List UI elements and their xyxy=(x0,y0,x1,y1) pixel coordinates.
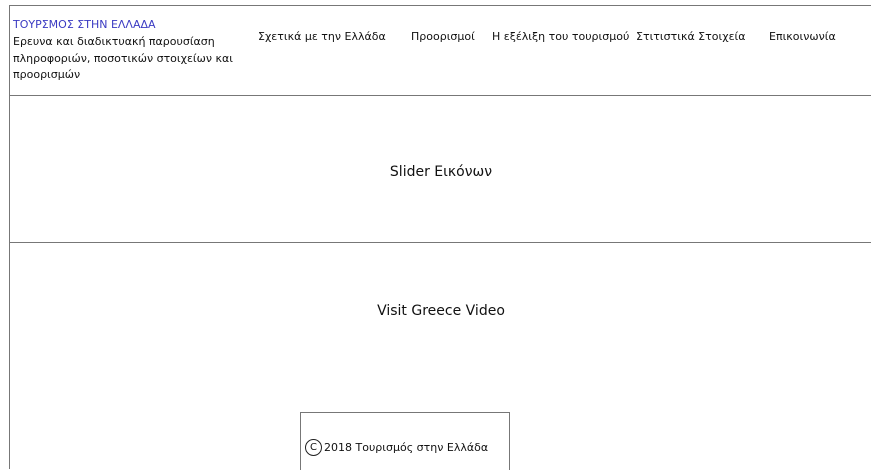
header: ΤΟΥΡΣΜΟΣ ΣΤΗΝ ΕΛΛΑΔΑ Ερευνα και διαδικτυ… xyxy=(10,6,871,96)
image-slider[interactable]: Slider Εικόνων xyxy=(10,96,871,243)
footer: C 2018 Τουρισμός στην Ελλάδα xyxy=(300,412,510,470)
site-title[interactable]: ΤΟΥΡΣΜΟΣ ΣΤΗΝ ΕΛΛΑΔΑ xyxy=(13,18,263,32)
nav-item-tourism-evolution[interactable]: Η εξέλιξη του τουρισμού xyxy=(492,30,629,43)
page-wireframe: ΤΟΥΡΣΜΟΣ ΣΤΗΝ ΕΛΛΑΔΑ Ερευνα και διαδικτυ… xyxy=(9,5,871,470)
nav-item-destinations[interactable]: Προορισμοί xyxy=(411,30,475,43)
brand: ΤΟΥΡΣΜΟΣ ΣΤΗΝ ΕΛΛΑΔΑ Ερευνα και διαδικτυ… xyxy=(13,18,263,84)
slider-label: Slider Εικόνων xyxy=(389,164,493,180)
nav-item-statistics[interactable]: Στιτιστικά Στοιχεία xyxy=(636,30,745,43)
footer-content: C 2018 Τουρισμός στην Ελλάδα xyxy=(305,439,488,456)
copyright-icon: C xyxy=(305,439,322,456)
video-label: Visit Greece Video xyxy=(377,303,505,319)
site-subtitle: Ερευνα και διαδικτυακή παρουσίαση πληροφ… xyxy=(13,35,233,81)
footer-text: 2018 Τουρισμός στην Ελλάδα xyxy=(324,441,489,454)
nav-item-about-greece[interactable]: Σχετικά με την Ελλάδα xyxy=(258,30,386,43)
nav-item-contact[interactable]: Επικοινωνία xyxy=(769,30,836,43)
